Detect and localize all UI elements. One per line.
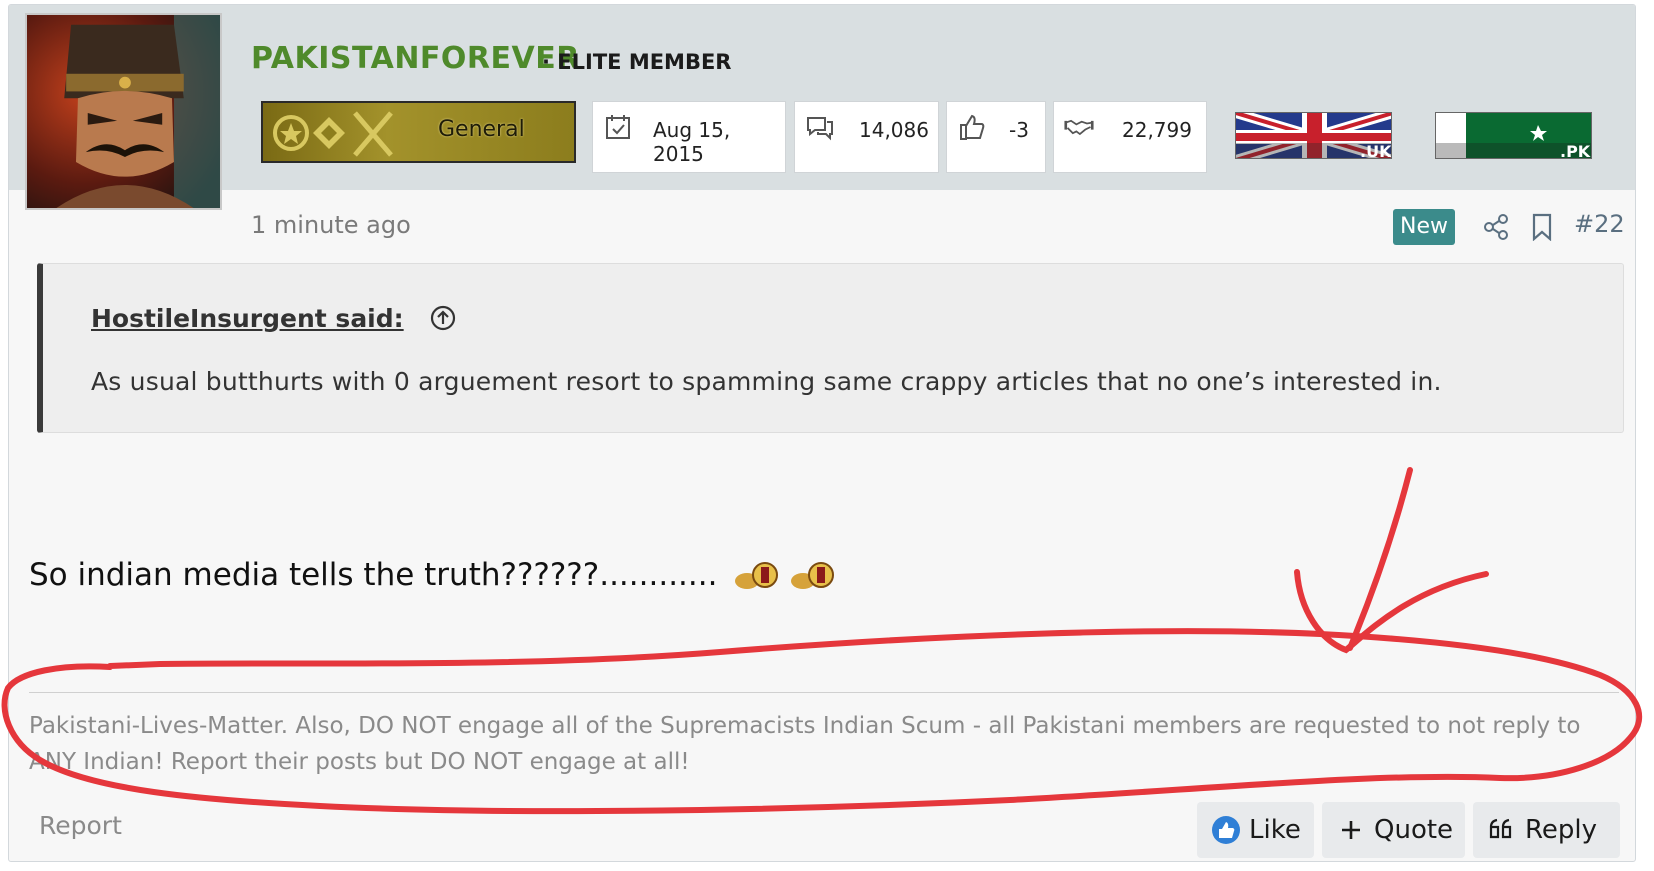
uk-flag-icon: .UK — [1236, 113, 1392, 159]
username[interactable]: PAKISTANFOREVER — [251, 41, 580, 76]
stat-joined: Aug 15, 2015 — [592, 101, 786, 173]
quote-button[interactable]: Quote — [1322, 802, 1465, 858]
quote-block: HostileInsurgent said: As usual butthurt… — [37, 263, 1624, 433]
points-count: 22,799 — [1122, 118, 1192, 142]
post-number[interactable]: #22 — [1574, 210, 1625, 238]
rank-insignia-icon — [273, 111, 393, 157]
bookmark-icon[interactable] — [1531, 213, 1553, 241]
user-title: · ELITE MEMBER — [542, 50, 731, 74]
share-icon[interactable] — [1483, 213, 1509, 241]
thumbs-up-icon — [960, 114, 985, 140]
stat-reactions: -3 — [946, 101, 1046, 173]
flag-uk-label: .UK — [1360, 142, 1392, 159]
rank-label: General — [438, 117, 525, 142]
forum-post: PAKISTANFOREVER · ELITE MEMBER General A… — [8, 4, 1636, 862]
flag-pk-label: .PK — [1560, 142, 1591, 159]
reaction-score: -3 — [1009, 118, 1029, 142]
report-link[interactable]: Report — [39, 811, 122, 840]
plus-icon — [1342, 821, 1360, 839]
signature: Pakistani-Lives-Matter. Also, DO NOT eng… — [29, 713, 1581, 775]
smiley-icon — [735, 562, 834, 589]
avatar[interactable] — [25, 13, 222, 210]
like-label: Like — [1249, 815, 1301, 845]
reply-quote-icon — [1489, 818, 1512, 839]
post-time[interactable]: 1 minute ago — [251, 211, 411, 239]
title-separator: · — [542, 50, 550, 74]
quote-label: Quote — [1374, 815, 1454, 845]
comments-icon — [807, 117, 833, 141]
messages-count: 14,086 — [859, 118, 929, 142]
arrow-up-circle-icon[interactable] — [429, 304, 457, 332]
avatar-image — [27, 15, 220, 208]
like-button[interactable]: Like — [1197, 802, 1314, 858]
stat-messages: 14,086 — [794, 101, 939, 173]
stat-points: 22,799 — [1053, 101, 1207, 173]
smiley-1 — [735, 562, 778, 589]
title-text: ELITE MEMBER — [557, 50, 732, 74]
post-message: So indian media tells the truth??????...… — [29, 557, 718, 593]
like-icon — [1212, 816, 1240, 844]
rank-banner: General — [261, 101, 576, 163]
handshake-icon — [1064, 119, 1094, 136]
flag-uk: .UK — [1235, 112, 1392, 159]
new-badge: New — [1393, 209, 1455, 245]
pk-flag-icon: .PK — [1436, 113, 1591, 159]
quote-text: As usual butthurts with 0 arguement reso… — [91, 367, 1442, 396]
signature-divider — [29, 692, 1619, 693]
quote-author-link[interactable]: HostileInsurgent said: — [91, 304, 404, 333]
smiley-2 — [791, 562, 834, 589]
joined-date: Aug 15, 2015 — [653, 118, 731, 166]
flag-pk: .PK — [1435, 112, 1592, 159]
calendar-check-icon — [606, 115, 630, 139]
reply-button[interactable]: Reply — [1473, 802, 1620, 858]
reply-label: Reply — [1525, 815, 1598, 845]
